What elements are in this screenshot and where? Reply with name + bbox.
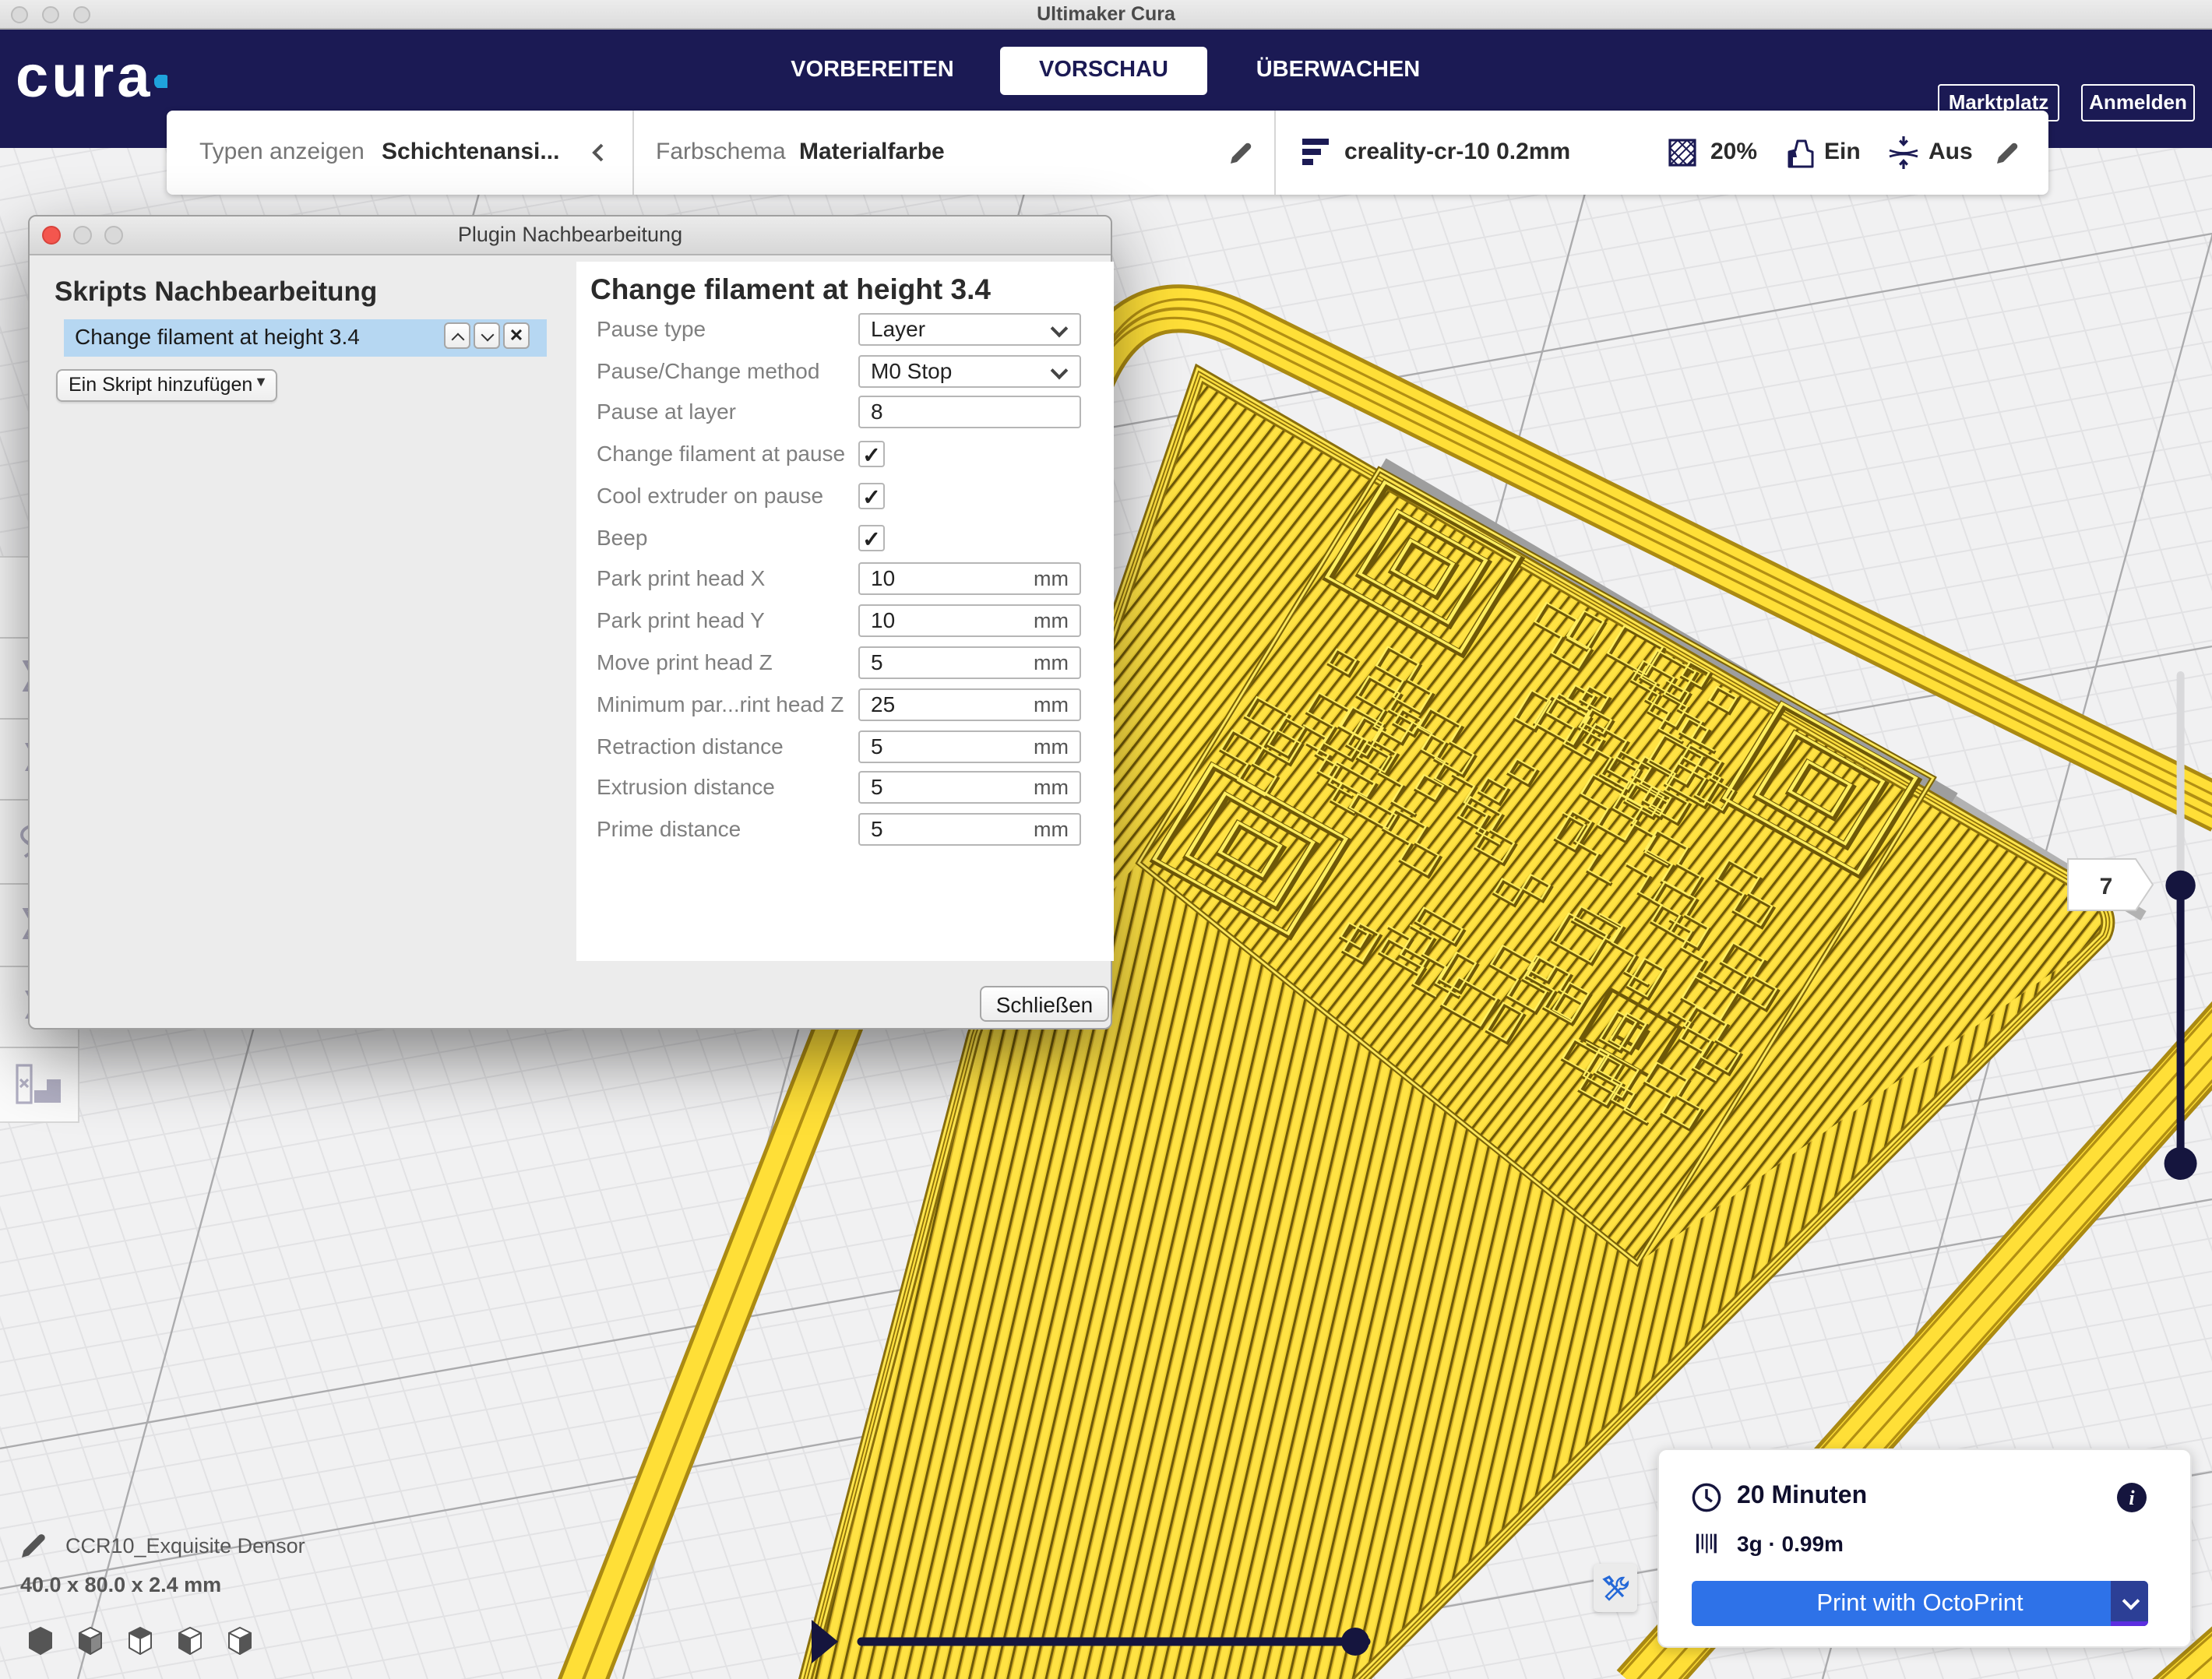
svg-text:7: 7 [2100,874,2113,899]
